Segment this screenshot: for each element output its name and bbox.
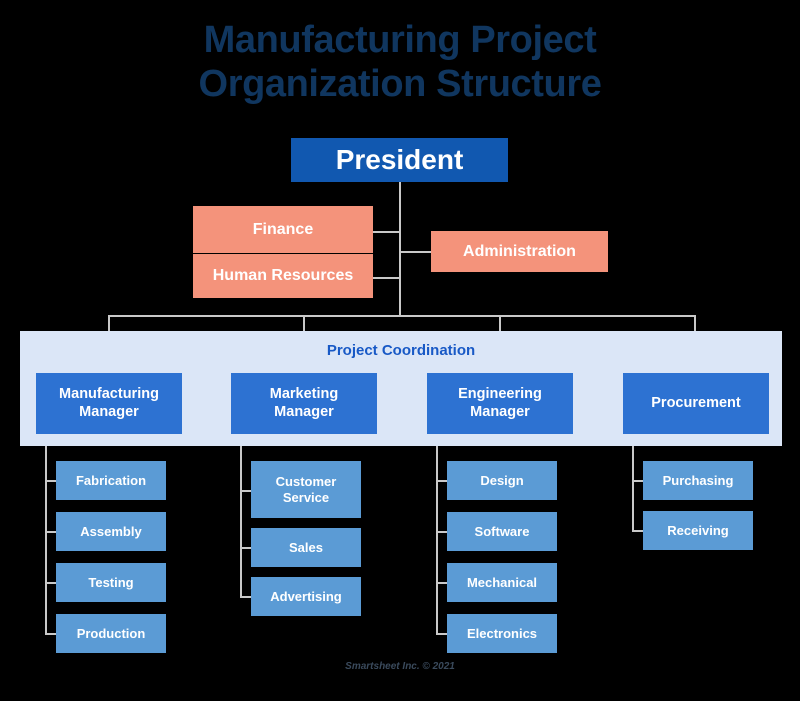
node-marketing-manager-label-line-1: Marketing bbox=[269, 385, 339, 402]
connector-spine-marketing bbox=[240, 446, 242, 597]
page-title-line-2: Organization Structure bbox=[198, 63, 602, 106]
node-mechanical[interactable]: Mechanical bbox=[447, 563, 557, 602]
node-manufacturing-manager-label-line-2: Manager bbox=[79, 403, 139, 420]
page-title: Manufacturing Project Organization Struc… bbox=[0, 18, 800, 106]
node-assembly-label: Assembly bbox=[80, 523, 142, 539]
connector-stub-customer-service bbox=[240, 490, 251, 492]
node-finance[interactable]: Finance bbox=[193, 206, 373, 253]
node-finance-label: Finance bbox=[252, 220, 314, 238]
node-testing[interactable]: Testing bbox=[56, 563, 166, 602]
node-receiving-label: Receiving bbox=[667, 522, 729, 538]
node-engineering-manager-label-line-1: Engineering bbox=[458, 385, 542, 402]
org-chart-canvas: Manufacturing Project Organization Struc… bbox=[0, 0, 800, 701]
connector-stub-assembly bbox=[45, 531, 56, 533]
connector-stub-software bbox=[436, 531, 447, 533]
connector-stub-testing bbox=[45, 582, 56, 584]
node-administration[interactable]: Administration bbox=[431, 231, 608, 272]
node-advertising-label: Advertising bbox=[270, 588, 342, 604]
connector-finance bbox=[372, 231, 400, 233]
node-sales-label: Sales bbox=[289, 539, 323, 555]
connector-spine-manufacturing bbox=[45, 446, 47, 633]
node-electronics[interactable]: Electronics bbox=[447, 614, 557, 653]
node-purchasing-label: Purchasing bbox=[662, 472, 734, 488]
node-administration-label: Administration bbox=[463, 242, 576, 260]
connector-stub-production bbox=[45, 633, 56, 635]
node-president-label: President bbox=[335, 143, 464, 175]
connector-stub-electronics bbox=[436, 633, 447, 635]
node-mechanical-label: Mechanical bbox=[466, 574, 538, 590]
connector-stub-mechanical bbox=[436, 582, 447, 584]
node-production-label: Production bbox=[76, 625, 146, 641]
connector-stub-purchasing bbox=[632, 480, 643, 482]
node-customer-service-label-line-1: Customer bbox=[275, 473, 337, 489]
node-software[interactable]: Software bbox=[447, 512, 557, 551]
connector-manager-distribution-bar bbox=[108, 315, 696, 317]
node-manufacturing-manager-label-line-1: Manufacturing bbox=[59, 385, 159, 402]
node-assembly[interactable]: Assembly bbox=[56, 512, 166, 551]
page-title-line-1: Manufacturing Project bbox=[203, 19, 597, 61]
node-production[interactable]: Production bbox=[56, 614, 166, 653]
connector-stub-design bbox=[436, 480, 447, 482]
node-engineering-manager-label-line-2: Manager bbox=[470, 403, 530, 420]
node-fabrication[interactable]: Fabrication bbox=[56, 461, 166, 500]
node-electronics-label: Electronics bbox=[466, 625, 538, 641]
connector-spine-engineering bbox=[436, 446, 438, 633]
node-design-label: Design bbox=[480, 472, 524, 488]
connector-stub-receiving bbox=[632, 530, 643, 532]
connector-president-trunk bbox=[399, 181, 401, 316]
node-testing-label: Testing bbox=[88, 574, 134, 590]
node-advertising[interactable]: Advertising bbox=[251, 577, 361, 616]
node-manufacturing-manager[interactable]: Manufacturing Manager bbox=[36, 373, 182, 434]
node-customer-service[interactable]: Customer Service bbox=[251, 461, 361, 518]
node-design[interactable]: Design bbox=[447, 461, 557, 500]
node-purchasing[interactable]: Purchasing bbox=[643, 461, 753, 500]
node-marketing-manager-label-line-2: Manager bbox=[274, 403, 334, 420]
connector-administration bbox=[399, 251, 431, 253]
node-human-resources-label: Human Resources bbox=[212, 267, 354, 285]
node-receiving[interactable]: Receiving bbox=[643, 511, 753, 550]
connector-spine-procurement bbox=[632, 446, 634, 531]
node-procurement-manager[interactable]: Procurement bbox=[623, 373, 769, 434]
connector-stub-advertising bbox=[240, 596, 251, 598]
connector-stub-fabrication bbox=[45, 480, 56, 482]
footer-credit: Smartsheet Inc. © 2021 bbox=[345, 661, 455, 672]
node-sales[interactable]: Sales bbox=[251, 528, 361, 567]
project-coordination-label: Project Coordination bbox=[326, 342, 476, 359]
connector-stub-sales bbox=[240, 547, 251, 549]
node-customer-service-label-line-2: Service bbox=[282, 489, 330, 505]
node-human-resources[interactable]: Human Resources bbox=[193, 254, 373, 298]
node-marketing-manager[interactable]: Marketing Manager bbox=[231, 373, 377, 434]
node-fabrication-label: Fabrication bbox=[75, 472, 147, 488]
node-president[interactable]: President bbox=[291, 138, 508, 182]
node-software-label: Software bbox=[474, 523, 530, 539]
node-engineering-manager[interactable]: Engineering Manager bbox=[427, 373, 573, 434]
node-procurement-manager-label: Procurement bbox=[651, 394, 741, 411]
connector-human-resources bbox=[372, 277, 400, 279]
